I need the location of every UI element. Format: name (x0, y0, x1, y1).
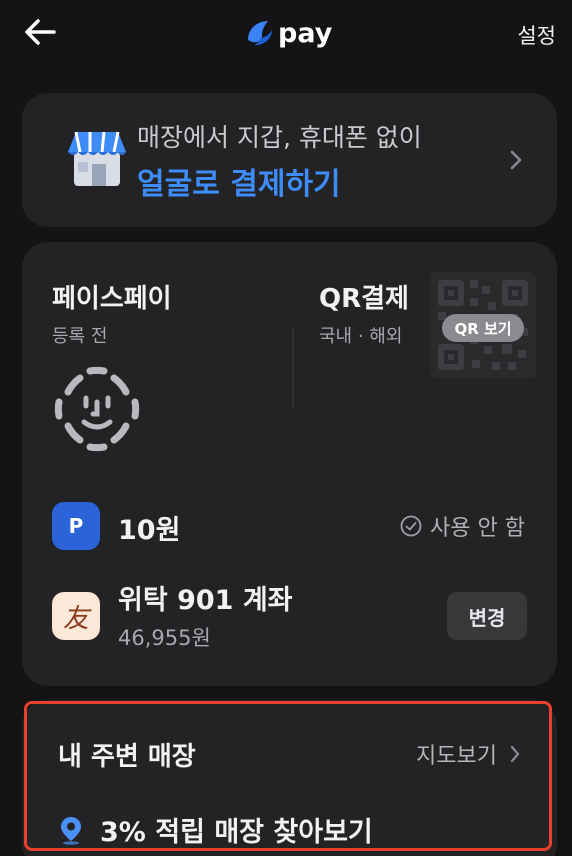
store-icon (62, 126, 134, 192)
bank-logo-icon: 友 (52, 592, 100, 640)
chevron-right-icon (509, 149, 523, 171)
back-arrow-icon[interactable] (22, 16, 58, 48)
location-pin-icon (61, 816, 81, 845)
nearby-stores-title: 내 주변 매장 (58, 742, 196, 772)
change-account-button[interactable]: 변경 (447, 592, 527, 640)
qr-pay-scope: 국내 · 해외 (319, 326, 403, 347)
point-icon: P (52, 502, 100, 550)
account-name: 위탁 901 계좌 (118, 585, 293, 616)
column-divider (292, 328, 294, 408)
pay-logo: pay (244, 17, 332, 49)
face-pay-status: 등록 전 (52, 326, 108, 347)
promo-title: 얼굴로 결제하기 (137, 167, 341, 202)
view-map-label: 지도보기 (416, 744, 497, 769)
view-map-link[interactable]: 지도보기 (416, 738, 521, 770)
payment-methods-card: 페이스페이 등록 전 QR결제 국내 · 해외 QR 보기 P 10원 사용 안… (22, 242, 557, 686)
logo-text: pay (278, 17, 333, 49)
pay-logo-mark-icon (248, 21, 272, 46)
qr-view-badge[interactable]: QR 보기 (442, 314, 524, 342)
promo-subtitle: 매장에서 지갑, 휴대폰 없이 (137, 123, 422, 152)
find-reward-stores-item[interactable]: 3% 적립 매장 찾아보기 (58, 810, 373, 849)
point-balance: 10원 (118, 515, 181, 546)
settings-button[interactable]: 설정 (517, 20, 556, 50)
face-id-icon[interactable] (50, 362, 144, 456)
qr-pay-title[interactable]: QR결제 (319, 278, 409, 315)
chevron-right-icon (510, 745, 520, 763)
header: pay 설정 (0, 0, 572, 70)
face-pay-promo-banner[interactable]: 매장에서 지갑, 휴대폰 없이 얼굴로 결제하기 (22, 93, 557, 227)
check-circle-icon (400, 515, 422, 537)
find-reward-stores-label: 3% 적립 매장 찾아보기 (100, 817, 373, 848)
point-use-toggle[interactable]: 사용 안 함 (400, 510, 525, 542)
point-toggle-label: 사용 안 함 (430, 516, 525, 541)
face-pay-title[interactable]: 페이스페이 (52, 278, 172, 315)
account-balance: 46,955원 (118, 626, 211, 650)
nearby-stores-card: 내 주변 매장 지도보기 3% 적립 매장 찾아보기 (22, 700, 557, 856)
